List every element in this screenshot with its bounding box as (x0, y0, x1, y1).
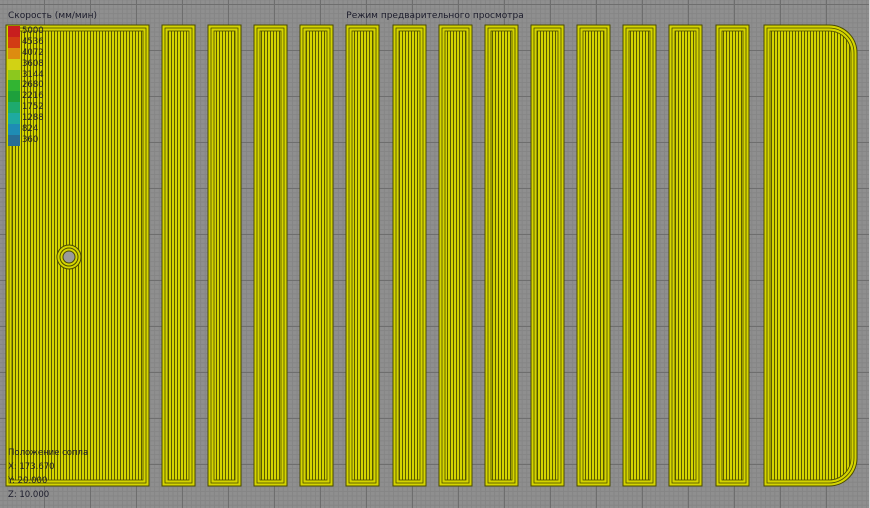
part-infill (398, 30, 421, 481)
part-infill (167, 30, 190, 481)
legend-swatch (8, 80, 20, 92)
strip-part (345, 24, 380, 487)
part-infill (490, 30, 513, 481)
legend-value: 360 (22, 134, 39, 145)
legend-swatch (8, 102, 20, 114)
legend-swatch (8, 58, 20, 70)
part-infill (582, 30, 605, 481)
legend-swatch (8, 69, 20, 81)
strip-part (668, 24, 703, 487)
part-infill (721, 30, 744, 481)
preview-viewport[interactable]: Режим предварительного просмотра Скорост… (0, 0, 870, 508)
part-infill (628, 30, 651, 481)
part-infill (444, 30, 467, 481)
strip-part (253, 24, 288, 487)
legend-value: 1752 (22, 102, 44, 113)
strip-part (392, 24, 427, 487)
part-infill (674, 30, 697, 481)
legend-swatch (8, 36, 20, 48)
legend-value: 5000 (22, 26, 44, 36)
legend-value: 3144 (22, 69, 44, 80)
legend-title: Скорость (мм/мин) (8, 11, 97, 21)
legend-swatch (8, 26, 20, 37)
strip-part (161, 24, 196, 487)
legend-value: 824 (22, 124, 39, 135)
legend-swatch (8, 124, 20, 135)
part-infill (259, 30, 282, 481)
legend-value: 4536 (22, 36, 44, 47)
nozzle-y: Y: 20.000 (8, 476, 48, 486)
legend-swatch (8, 91, 20, 103)
strip-part (299, 24, 334, 487)
strip-part (715, 24, 750, 487)
strip-part (484, 24, 519, 487)
legend-value: 1288 (22, 113, 44, 124)
legend-value: 2216 (22, 91, 44, 102)
rounded-right-part (763, 24, 858, 487)
nozzle-x: X: 173.670 (8, 462, 55, 472)
legend-value: 2680 (22, 80, 44, 91)
nozzle-z: Z: 10.000 (8, 490, 50, 500)
nozzle-position: Положение сопла X: 173.670 Y: 20.000 Z: … (8, 446, 88, 502)
strip-part (622, 24, 657, 487)
strip-part (576, 24, 611, 487)
part-infill (213, 30, 236, 481)
part-infill (769, 30, 852, 481)
legend-swatch (8, 47, 20, 59)
legend-value: 3608 (22, 58, 44, 69)
toolpath-layer (5, 24, 858, 487)
part-infill (305, 30, 328, 481)
part-infill (351, 30, 374, 481)
legend-swatch (8, 134, 20, 146)
part-infill (536, 30, 559, 481)
legend-value: 4072 (22, 47, 44, 58)
legend-swatch (8, 113, 20, 125)
strip-part (438, 24, 473, 487)
strip-part (207, 24, 242, 487)
printed-parts (5, 24, 858, 487)
hole-ring (62, 250, 76, 264)
strip-part (530, 24, 565, 487)
nozzle-position-title: Положение сопла (8, 448, 89, 458)
